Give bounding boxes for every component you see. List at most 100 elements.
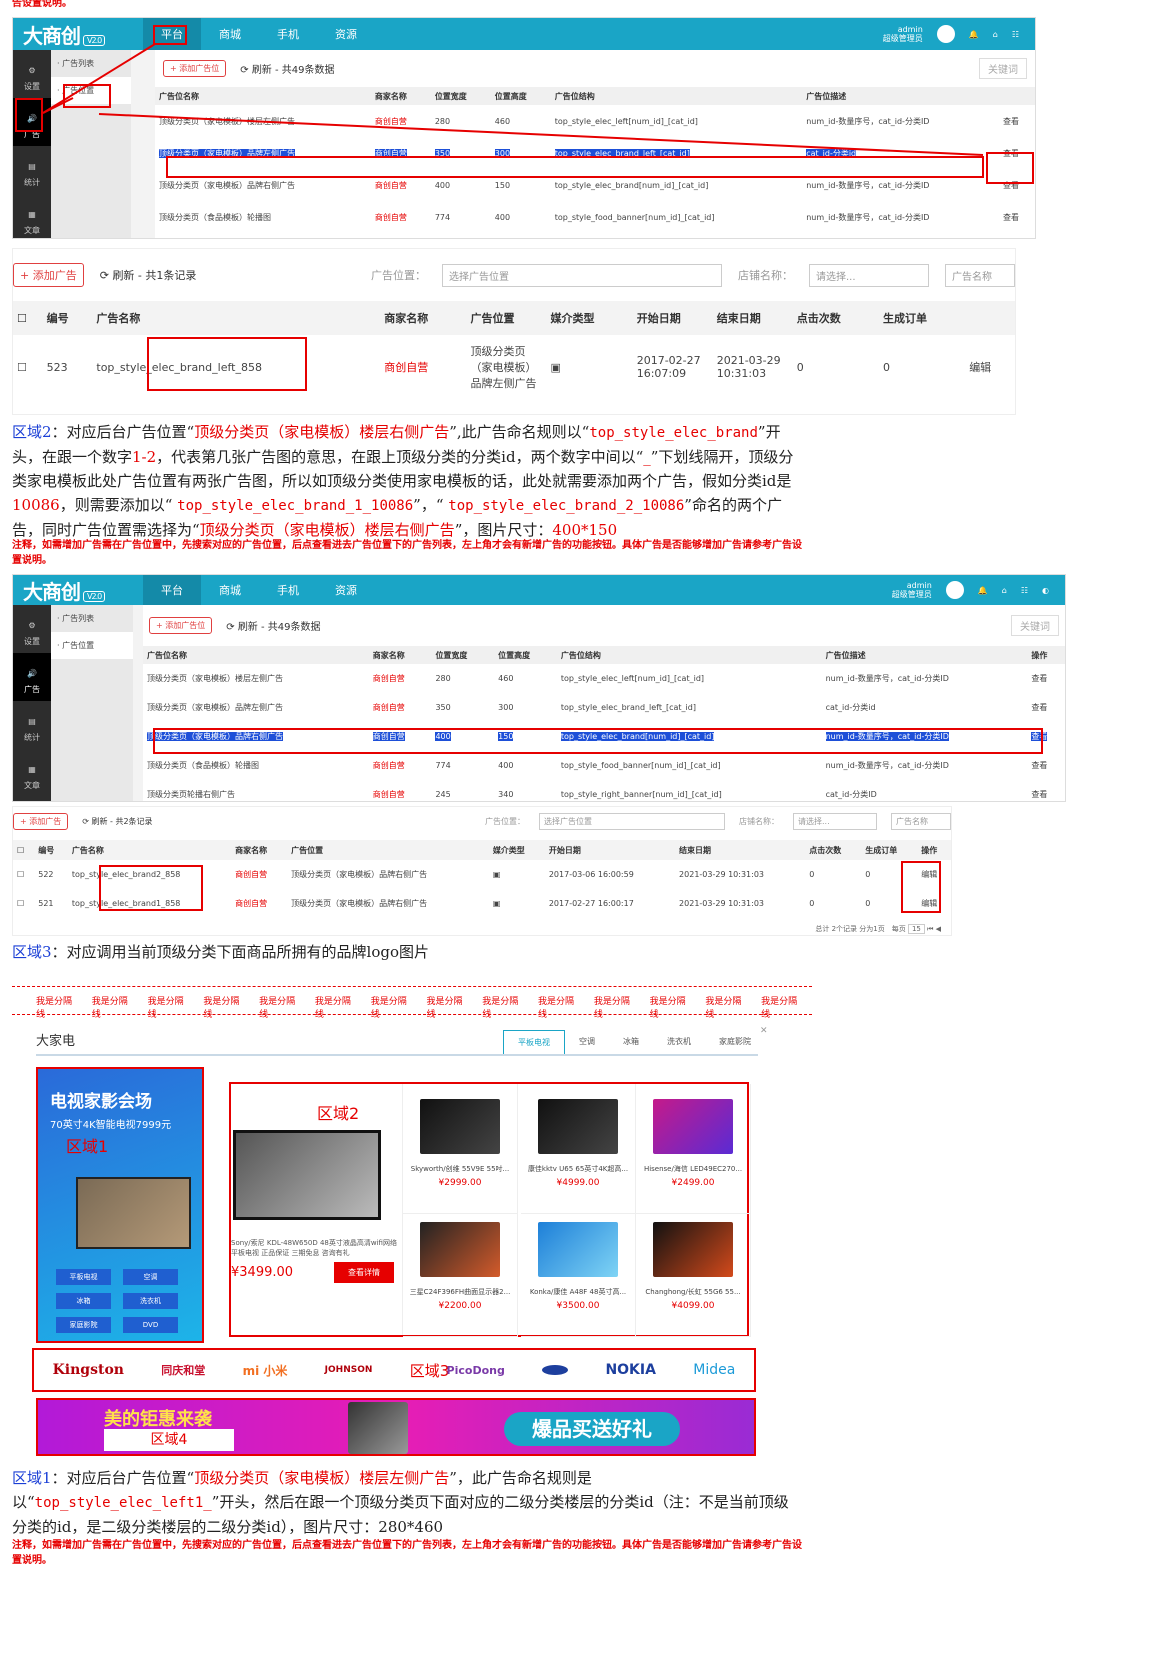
chart-icon: ▤ bbox=[28, 717, 36, 726]
tab-hometheater[interactable]: 家庭影院 bbox=[705, 1030, 765, 1056]
nav-resource[interactable]: 资源 bbox=[317, 575, 375, 605]
cat-button[interactable]: 空调 bbox=[123, 1269, 178, 1285]
product-image bbox=[653, 1099, 733, 1154]
floor-tabs: 平板电视 空调 冰箱 洗衣机 家庭影院 bbox=[503, 1030, 765, 1056]
cat-button[interactable]: DVD bbox=[123, 1317, 178, 1333]
view-button[interactable]: 查看 bbox=[1027, 751, 1065, 780]
position-select[interactable]: 选择广告位置 bbox=[539, 813, 725, 830]
edit-button[interactable]: 编辑 bbox=[965, 335, 1015, 399]
keyword-input[interactable]: 关键词 bbox=[1011, 615, 1059, 636]
view-button[interactable]: 查看 bbox=[1027, 664, 1065, 693]
floor-title: 大家电 bbox=[36, 1034, 76, 1049]
row-checkbox[interactable]: ☐ bbox=[13, 860, 34, 889]
zone4-promo-banner[interactable]: 美的钜惠来袭 区域4 爆品买送好礼 bbox=[36, 1398, 756, 1456]
brand-logo[interactable]: Midea bbox=[693, 1362, 735, 1378]
palette-icon[interactable]: ◐ bbox=[1042, 586, 1049, 595]
avatar[interactable] bbox=[945, 581, 964, 599]
product-image bbox=[420, 1222, 500, 1277]
bell-icon[interactable]: 🔔 bbox=[978, 586, 988, 595]
side-articles[interactable]: ▦ 文章 bbox=[13, 749, 51, 797]
product-image bbox=[653, 1222, 733, 1277]
nav-mall[interactable]: 商城 bbox=[201, 575, 259, 605]
sub-ad-list[interactable]: · 广告列表 bbox=[51, 605, 133, 632]
cat-button[interactable]: 家庭影院 bbox=[56, 1317, 111, 1333]
pagination: 总计 2个记录 分为1页 每页 15 ⏮ ◀ bbox=[815, 924, 941, 934]
page-size-input[interactable]: 15 bbox=[907, 924, 925, 934]
view-button[interactable]: 查看 bbox=[1027, 693, 1065, 722]
position-select[interactable]: 选择广告位置 bbox=[442, 263, 722, 287]
shop-select[interactable]: 请选择... bbox=[809, 263, 929, 287]
add-position-button[interactable]: + 添加广告位 bbox=[149, 617, 213, 634]
dashed-divider bbox=[12, 986, 812, 987]
promo-slogan: 爆品买送好礼 bbox=[504, 1412, 680, 1446]
brand-logo[interactable]: PicoDong bbox=[447, 1364, 505, 1377]
position-label: 广告位置： bbox=[485, 817, 525, 826]
side-stats[interactable]: ▤ 统计 bbox=[13, 701, 51, 749]
ad-name-input[interactable]: 广告名称 bbox=[891, 813, 951, 830]
view-detail-button[interactable]: 查看详情 bbox=[334, 1262, 394, 1283]
banner-subtitle: 70英寸4K智能电视7999元 bbox=[50, 1120, 172, 1131]
logo: 大商创 V2.0 bbox=[13, 576, 143, 605]
camera-image bbox=[348, 1402, 408, 1454]
tv-image bbox=[76, 1177, 191, 1249]
product-card[interactable]: Hisense/海信 LED49EC270... ¥2499.00 bbox=[636, 1084, 751, 1214]
big-product[interactable]: 区域2 Sony/索尼 KDL-48W650D 48英寸液晶高清wifi网络 平… bbox=[231, 1084, 403, 1335]
brand-logo[interactable]: NOKIA bbox=[605, 1362, 656, 1378]
product-image bbox=[538, 1222, 618, 1277]
brand-logo[interactable]: JOHNSON bbox=[325, 1365, 373, 1375]
tab-tv[interactable]: 平板电视 bbox=[503, 1030, 565, 1056]
product-image bbox=[233, 1130, 381, 1220]
tab-washer[interactable]: 洗衣机 bbox=[653, 1030, 705, 1056]
nav-mobile[interactable]: 手机 bbox=[259, 575, 317, 605]
shop-select[interactable]: 请选择... bbox=[793, 813, 877, 830]
highlight-box bbox=[901, 861, 941, 913]
product-card[interactable]: Skyworth/创维 55V9E 55吋... ¥2999.00 bbox=[403, 1084, 518, 1214]
zone1-banner[interactable]: 电视家影会场 70英寸4K智能电视7999元 区域1 平板电视 空调 冰箱 洗衣机 … bbox=[36, 1067, 204, 1343]
banner-title: 电视家影会场 bbox=[50, 1092, 152, 1112]
image-icon: ▣ bbox=[550, 360, 561, 374]
product-card[interactable]: 三星C24F396FH曲面显示器2... ¥2200.00 bbox=[403, 1207, 518, 1337]
zone4-label: 区域4 bbox=[104, 1429, 234, 1451]
side-members[interactable]: ☺会员 bbox=[13, 797, 51, 801]
cat-button[interactable]: 洗衣机 bbox=[123, 1293, 178, 1309]
product-image bbox=[538, 1099, 618, 1154]
refresh-button[interactable]: ⟳ 刷新 - 共2条记录 bbox=[82, 816, 152, 827]
row-checkbox[interactable]: ☐ bbox=[13, 889, 34, 918]
refresh-button[interactable]: ⟳ 刷新 - 共49条数据 bbox=[226, 618, 320, 633]
cat-button[interactable]: 平板电视 bbox=[56, 1269, 111, 1285]
gear-icon: ⚙ bbox=[28, 621, 36, 630]
product-desc: Sony/索尼 KDL-48W650D 48英寸液晶高清wifi网络 平板电视 … bbox=[231, 1239, 397, 1257]
brand-logo[interactable]: Kingston bbox=[53, 1362, 124, 1378]
row-checkbox[interactable]: ☐ bbox=[13, 335, 43, 399]
highlight-box bbox=[99, 865, 203, 911]
brand-logo[interactable]: mi 小米 bbox=[243, 1362, 288, 1379]
view-button[interactable]: 查看 bbox=[1027, 780, 1065, 801]
side-settings[interactable]: ⚙ 设置 bbox=[13, 605, 51, 653]
sub-ad-position[interactable]: · 广告位置 bbox=[51, 632, 133, 659]
top-note: 告设置说明。 bbox=[12, 0, 72, 9]
ad-name-input[interactable]: 广告名称 bbox=[945, 263, 1015, 287]
cat-button[interactable]: 冰箱 bbox=[56, 1293, 111, 1309]
brand-logo[interactable] bbox=[542, 1365, 569, 1375]
product-card[interactable]: 康佳kktv U65 65英寸4K超高... ¥4999.00 bbox=[521, 1084, 636, 1214]
tab-aircon[interactable]: 空调 bbox=[565, 1030, 609, 1056]
refresh-button[interactable]: ⟳ 刷新 - 共1条记录 bbox=[100, 267, 197, 283]
add-ad-button[interactable]: + 添加广告 bbox=[13, 263, 84, 287]
position-label: 广告位置： bbox=[371, 269, 426, 282]
tab-fridge[interactable]: 冰箱 bbox=[609, 1030, 653, 1056]
admin-screenshot-1: 大商创 V2.0 平台 商城 手机 资源 admin 超级管理员 🔔 ⌂ ☷ ⚙ 设置… bbox=[12, 17, 1036, 239]
product-price: ¥3499.00 bbox=[231, 1265, 294, 1280]
product-card[interactable]: Changhong/长虹 55G6 55... ¥4099.00 bbox=[636, 1207, 751, 1337]
add-ad-button[interactable]: + 添加广告 bbox=[13, 813, 69, 830]
nav-platform[interactable]: 平台 bbox=[143, 575, 201, 605]
side-ads[interactable]: 🔊 广告 bbox=[13, 653, 51, 701]
product-card[interactable]: Konka/康佳 A48F 48英寸高... ¥3500.00 bbox=[521, 1207, 636, 1337]
sitemap-icon[interactable]: ☷ bbox=[1021, 586, 1028, 595]
brand-logo[interactable]: 同庆和堂 bbox=[161, 1362, 205, 1378]
table-row: 顶级分类页（家电模板）楼层左侧广告 商创自营 280 460 top_style_ele… bbox=[143, 664, 1065, 693]
zone2-description: 区域2：对应后台广告位置“顶级分类页（家电模板）楼层右侧广告”,此广告命名规则以… bbox=[12, 423, 794, 539]
zone1-label: 区域1 bbox=[66, 1137, 109, 1156]
zone2-products: 区域2 Sony/索尼 KDL-48W650D 48英寸液晶高清wifi网络 平… bbox=[229, 1082, 751, 1337]
dashed-divider bbox=[12, 1014, 812, 1015]
home-icon[interactable]: ⌂ bbox=[1002, 586, 1007, 595]
